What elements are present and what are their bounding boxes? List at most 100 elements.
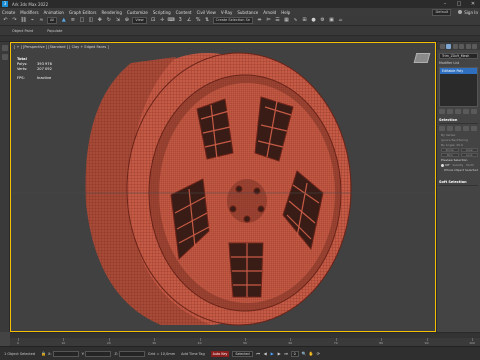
goto-start-icon[interactable]: ⏮: [256, 351, 261, 356]
keyboard-shortcut-icon[interactable]: ⌨: [168, 17, 175, 24]
element-icon[interactable]: [471, 126, 477, 131]
select-manipulate-icon[interactable]: ✛: [159, 17, 166, 24]
reference-coord-dropdown[interactable]: View: [132, 17, 147, 24]
y-coordinate-field[interactable]: [85, 350, 112, 357]
align-icon[interactable]: ⊨: [265, 17, 272, 24]
z-coordinate-field[interactable]: [119, 350, 146, 357]
window-crossing-icon[interactable]: ◫: [87, 17, 94, 24]
grow-button[interactable]: Grow: [460, 148, 478, 152]
soft-selection-rollout-title[interactable]: Soft Selection: [439, 180, 478, 186]
tab-object-paint[interactable]: Object Paint: [12, 29, 33, 33]
selection-rollout-title[interactable]: Selection: [439, 118, 478, 124]
modifier-list-dropdown[interactable]: Modifier List: [439, 61, 478, 65]
named-selection-sets[interactable]: Create Selection Se: [212, 17, 254, 24]
material-editor-icon[interactable]: ●: [310, 17, 317, 24]
signin-button[interactable]: Sign In: [458, 10, 478, 15]
spinner-snap-icon[interactable]: ⇅: [204, 17, 211, 24]
viewcube[interactable]: [413, 53, 431, 63]
menu-animation[interactable]: Animation: [44, 10, 64, 15]
menu-vray[interactable]: V-Ray: [221, 10, 232, 15]
scene-explorer-icon[interactable]: ▦: [283, 17, 290, 24]
modify-tab-icon[interactable]: [446, 43, 452, 49]
rotate-icon[interactable]: ↻: [105, 17, 112, 24]
lock-selection-icon[interactable]: 🔒: [41, 351, 46, 356]
selected-dropdown[interactable]: Selected: [232, 350, 253, 357]
menu-content[interactable]: Content: [176, 10, 192, 15]
rect-selection-icon[interactable]: □: [78, 17, 85, 24]
border-icon[interactable]: [455, 126, 461, 131]
track-bar[interactable]: 0 10 20 30 40 50 60 70 80 90 100: [10, 338, 480, 346]
rendered-frame-icon[interactable]: ▣: [328, 17, 335, 24]
select-by-name-icon[interactable]: ≡: [69, 17, 76, 24]
utilities-tab-icon[interactable]: [472, 43, 478, 49]
modifier-stack[interactable]: Editable Poly: [439, 67, 478, 107]
pivot-icon[interactable]: ⊡: [150, 17, 157, 24]
ring-button[interactable]: Ring: [441, 153, 459, 157]
current-frame-field[interactable]: 0: [290, 350, 299, 357]
multi-radio-label[interactable]: Multi: [466, 163, 473, 167]
menu-arnold[interactable]: Arnold: [263, 10, 276, 15]
maximize-button[interactable]: □: [452, 0, 466, 8]
shrink-button[interactable]: Shrink: [441, 148, 459, 152]
move-icon[interactable]: ✥: [96, 17, 103, 24]
menu-help[interactable]: Help: [281, 10, 290, 15]
menu-modifiers[interactable]: Modifiers: [20, 10, 38, 15]
loop-button[interactable]: Loop: [460, 153, 478, 157]
display-tab-icon[interactable]: [465, 43, 471, 49]
scale-icon[interactable]: ⇲: [114, 17, 121, 24]
selection-filter-dropdown[interactable]: All: [47, 17, 58, 24]
menu-civil-view[interactable]: Civil View: [197, 10, 216, 15]
layer-explorer-icon[interactable]: ☰: [274, 17, 281, 24]
close-button[interactable]: ✕: [466, 0, 480, 8]
snap-toggle-icon[interactable]: 3: [177, 17, 184, 24]
subobj-radio-label[interactable]: SubObj: [452, 163, 463, 167]
percent-snap-icon[interactable]: %: [195, 17, 202, 24]
viewport-label[interactable]: [ + ] [Perspective ] [Standard ] [ Clay …: [14, 45, 109, 49]
menu-create[interactable]: Create: [2, 10, 15, 15]
bind-space-warp-icon[interactable]: ≈: [38, 17, 45, 24]
hierarchy-tab-icon[interactable]: [452, 43, 458, 49]
prev-frame-icon[interactable]: ◀: [263, 351, 268, 356]
link-icon[interactable]: ⛓: [20, 17, 27, 24]
workspace-dropdown[interactable]: Default: [432, 8, 452, 16]
auto-key-button[interactable]: Auto Key: [210, 350, 230, 357]
undo-icon[interactable]: ↶: [2, 17, 9, 24]
play-icon[interactable]: ▶: [270, 351, 275, 356]
vertex-icon[interactable]: [439, 126, 445, 131]
by-angle-checkbox[interactable]: By Angle: 45.0: [441, 143, 478, 147]
goto-end-icon[interactable]: ⏭: [284, 351, 289, 356]
menu-scripting[interactable]: Scripting: [153, 10, 171, 15]
ignore-backfacing-checkbox[interactable]: Ignore Backfacing: [441, 138, 478, 142]
unlink-icon[interactable]: ⌁: [29, 17, 36, 24]
zoom-icon[interactable]: 🔍: [302, 351, 307, 356]
minimize-button[interactable]: –: [438, 0, 452, 8]
viewport-layout-icon[interactable]: [2, 45, 8, 51]
x-coordinate-field[interactable]: [52, 350, 79, 357]
redo-icon[interactable]: ↷: [11, 17, 18, 24]
next-frame-icon[interactable]: ▶: [277, 351, 282, 356]
configure-sets-icon[interactable]: [471, 109, 477, 114]
edge-icon[interactable]: [447, 126, 453, 131]
polygon-icon[interactable]: [463, 126, 469, 131]
mirror-icon[interactable]: ⇹: [256, 17, 263, 24]
curve-editor-icon[interactable]: ∿: [292, 17, 299, 24]
menu-graph-editors[interactable]: Graph Editors: [69, 10, 96, 15]
add-time-tag-button[interactable]: Add Time Tag: [181, 352, 205, 356]
motion-tab-icon[interactable]: [459, 43, 465, 49]
angle-snap-icon[interactable]: ∠: [186, 17, 193, 24]
menu-substance[interactable]: Substance: [237, 10, 258, 15]
orbit-icon[interactable]: ⟳: [316, 351, 321, 356]
create-tab-icon[interactable]: [439, 43, 445, 49]
render-production-icon[interactable]: ☕: [337, 17, 344, 24]
off-radio-icon[interactable]: [441, 163, 444, 167]
modifier-stack-item[interactable]: Editable Poly: [440, 68, 477, 74]
scene-explorer-toggle-icon[interactable]: [2, 54, 8, 60]
render-setup-icon[interactable]: ⚙: [319, 17, 326, 24]
object-name-field[interactable]: Trim_Z0x9_Mesh: [439, 53, 478, 59]
place-icon[interactable]: ⊕: [123, 17, 130, 24]
show-end-result-icon[interactable]: [447, 109, 453, 114]
by-vertex-checkbox[interactable]: By Vertex: [441, 133, 478, 137]
select-object-icon[interactable]: ▲: [60, 17, 67, 24]
make-unique-icon[interactable]: [455, 109, 461, 114]
pan-icon[interactable]: ✋: [309, 351, 314, 356]
